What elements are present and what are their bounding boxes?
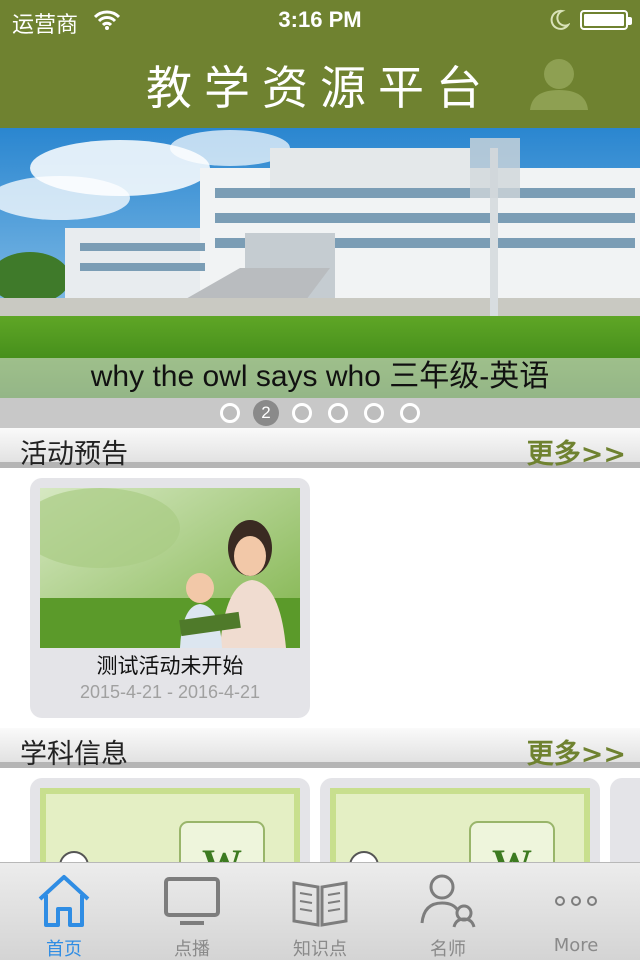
subject-section-header: 学科信息 更多>> [0,728,640,771]
status-bar: 运营商 3:16 PM [0,0,640,40]
home-icon [38,875,90,927]
tab-home[interactable]: 首页 [0,863,128,960]
activity-section-header: 活动预告 更多>> [0,428,640,471]
tab-teachers[interactable]: 名师 [384,863,512,960]
activity-date-range: 2015-4-21 - 2016-4-21 [79,682,261,702]
teacher-icon [420,874,476,928]
pager-dot[interactable] [328,403,348,423]
tab-knowledge[interactable]: 知识点 [256,863,384,960]
battery-icon [580,10,632,30]
tab-label: 点播 [174,939,210,960]
carousel-pager: 2 [0,398,640,428]
tab-label: 首页 [46,939,82,960]
pager-dot[interactable] [400,403,420,423]
user-silhouette-icon[interactable] [528,56,590,112]
tab-label: 知识点 [293,939,347,960]
pager-dot[interactable] [220,403,240,423]
subject-more-link[interactable]: 更多>> [527,732,626,771]
more-dots-icon [555,896,597,906]
activity-title: 测试活动未开始 [96,654,244,678]
section-title: 活动预告 [20,439,128,470]
tab-label: More [553,935,599,956]
tab-bar: 首页 点播 知识点 名师 More [0,862,640,960]
activity-more-link[interactable]: 更多>> [527,432,626,471]
app-header: 运营商 3:16 PM 教学资源平台 [0,0,640,128]
do-not-disturb-icon [548,9,571,35]
activity-thumbnail [40,488,300,648]
tv-icon [164,877,220,925]
banner-caption[interactable]: why the owl says who 三年级-英语 [0,357,640,397]
section-title: 学科信息 [20,739,128,770]
pager-dot[interactable] [292,403,312,423]
activity-card[interactable]: 测试活动未开始 2015-4-21 - 2016-4-21 [30,478,310,718]
pager-dot[interactable] [364,403,384,423]
status-time: 3:16 PM [278,7,362,32]
tab-more[interactable]: More [512,863,640,960]
book-icon [292,881,348,927]
pager-dot-active[interactable]: 2 [253,400,279,426]
tab-on-demand[interactable]: 点播 [128,863,256,960]
tab-label: 名师 [430,939,466,960]
